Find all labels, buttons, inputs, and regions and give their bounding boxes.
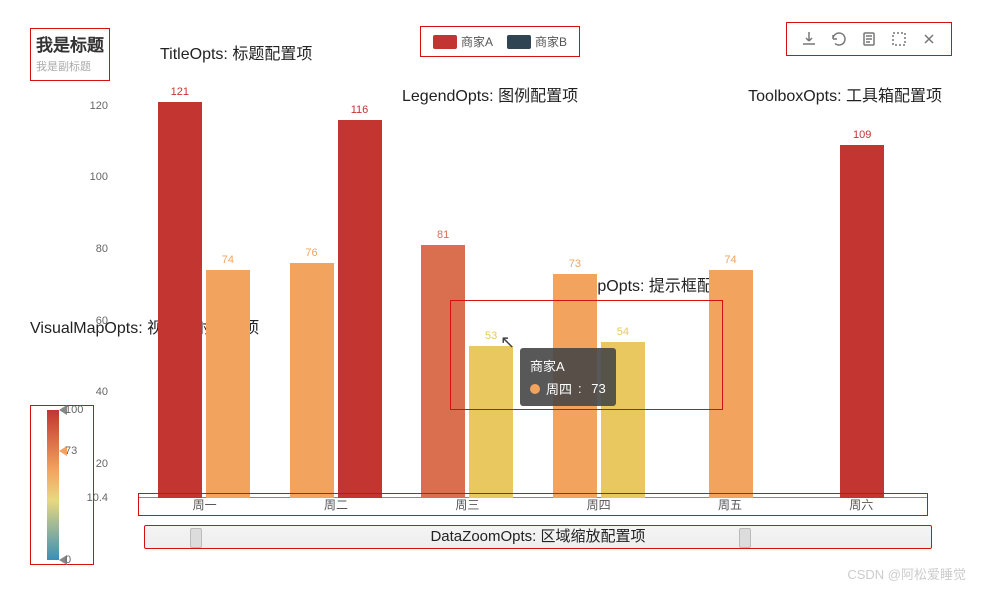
- y-tick: 40: [96, 386, 108, 398]
- annotation-datazoom: DataZoomOpts: 区域缩放配置项: [145, 526, 931, 548]
- x-tick: 周二: [270, 496, 401, 513]
- bar-商家B-周一[interactable]: 74: [206, 270, 250, 498]
- tooltip-bubble: 商家A 周四: 73: [520, 348, 616, 406]
- visualmap-inner: 100 73 0: [37, 410, 87, 560]
- x-tick: 周三: [402, 496, 533, 513]
- legend-item-a[interactable]: 商家A: [433, 33, 493, 50]
- x-axis: 周一周二周三周四周五周六: [138, 493, 928, 516]
- legend-label-b: 商家B: [535, 33, 567, 50]
- bar-group: 76116: [270, 88, 402, 498]
- y-tick: 120: [90, 100, 108, 112]
- y-tick: 20: [96, 458, 108, 470]
- visualmap[interactable]: 100 73 0: [30, 405, 94, 565]
- plot-area: 10.420406080100120 121747611681537354741…: [138, 88, 928, 498]
- refresh-icon[interactable]: [831, 31, 847, 47]
- bar-label: 121: [171, 86, 189, 98]
- zoom-reset-icon[interactable]: [921, 31, 937, 47]
- legend-swatch-a: [433, 35, 457, 49]
- x-tick: 周五: [664, 496, 795, 513]
- chart-title-block: 我是标题 我是副标题: [30, 28, 110, 81]
- bar-label: 73: [569, 258, 581, 270]
- dataview-icon[interactable]: [861, 31, 877, 47]
- visualmap-min: 0: [65, 554, 71, 566]
- bar-商家B-周二[interactable]: 116: [338, 120, 382, 498]
- bar-label: 74: [222, 254, 234, 266]
- zoom-area-icon[interactable]: [891, 31, 907, 47]
- bar-group: 74: [665, 88, 797, 498]
- bar-商家A-周一[interactable]: 121: [158, 102, 202, 498]
- x-tick: 周一: [139, 496, 270, 513]
- y-tick: 80: [96, 243, 108, 255]
- toolbox: [786, 22, 952, 56]
- chart-title: 我是标题: [36, 31, 104, 56]
- legend[interactable]: 商家A 商家B: [420, 26, 580, 57]
- bar-label: 76: [305, 247, 317, 259]
- tooltip-val: 73: [591, 381, 605, 396]
- legend-label-a: 商家A: [461, 33, 493, 50]
- bar-label: 116: [351, 104, 369, 116]
- legend-item-b[interactable]: 商家B: [507, 33, 567, 50]
- bar-label: 74: [724, 254, 736, 266]
- pointer-icon: ↖: [500, 332, 515, 353]
- bar-商家A-周二[interactable]: 76: [290, 263, 334, 498]
- bar-group: 7354: [533, 88, 665, 498]
- visualmap-max: 100: [65, 404, 83, 416]
- bar-group: 12174: [138, 88, 270, 498]
- annotation-title: TitleOpts: 标题配置项: [160, 40, 312, 64]
- tooltip-cat: 周四: [546, 379, 572, 398]
- x-tick: 周六: [796, 496, 927, 513]
- datazoom-handle-left[interactable]: [190, 528, 202, 548]
- bar-商家A-周六[interactable]: 109: [840, 145, 884, 498]
- legend-swatch-b: [507, 35, 531, 49]
- y-tick: 100: [90, 171, 108, 183]
- tooltip-series: 商家A: [530, 356, 606, 375]
- datazoom-handle-right[interactable]: [739, 528, 751, 548]
- download-icon[interactable]: [801, 31, 817, 47]
- watermark: CSDN @阿松爱睡觉: [847, 564, 966, 583]
- datazoom-slider[interactable]: DataZoomOpts: 区域缩放配置项: [144, 525, 932, 549]
- tooltip-row: 周四: 73: [530, 379, 606, 398]
- bars-container: 12174761168153735474109: [138, 88, 928, 498]
- bar-label: 109: [853, 129, 871, 141]
- bar-group: 109: [796, 88, 928, 498]
- visualmap-gradient[interactable]: [47, 410, 59, 560]
- visualmap-current: 73: [65, 445, 77, 457]
- y-tick: 60: [96, 315, 108, 327]
- chart-subtitle: 我是副标题: [36, 58, 104, 74]
- tooltip-dot-icon: [530, 384, 540, 394]
- x-tick: 周四: [533, 496, 664, 513]
- bar-group: 8153: [401, 88, 533, 498]
- bar-label: 81: [437, 229, 449, 241]
